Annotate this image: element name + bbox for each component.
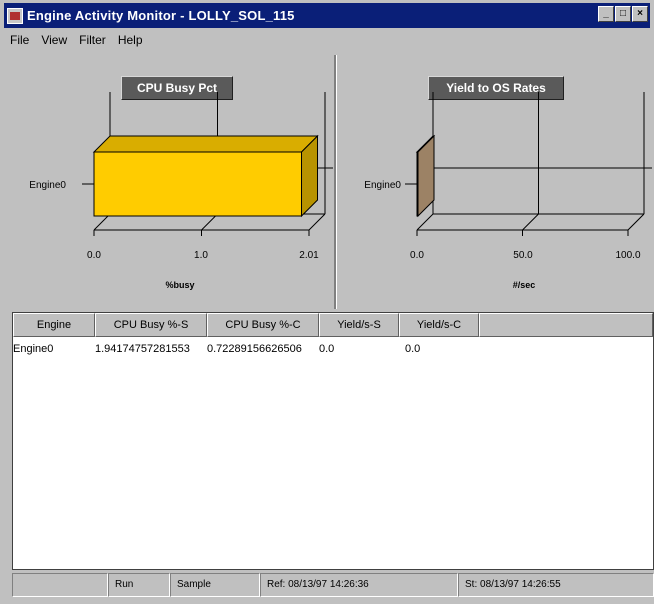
status-bar: Run Sample Ref: 08/13/97 14:26:36 St: 08… [12, 572, 654, 598]
yield-x-axis-label: #/sec [513, 280, 536, 290]
table-header: Engine CPU Busy %-S CPU Busy %-C Yield/s… [13, 313, 653, 337]
column-header-cpu-busy-s[interactable]: CPU Busy %-S [95, 313, 207, 337]
status-sample: Sample [170, 573, 260, 597]
status-st-time: St: 08/13/97 14:26:55 [458, 573, 654, 597]
column-header-cpu-busy-c[interactable]: CPU Busy %-C [207, 313, 319, 337]
cell-engine: Engine0 [13, 343, 54, 355]
cpu-bar [93, 151, 303, 217]
cpu-floor-depth-line [308, 213, 326, 231]
bar-charts: Engine0 0.0 1.0 2.01 %busy Engine0 0.0 5… [29, 92, 652, 290]
cpu-tick-label: 1.0 [194, 250, 208, 261]
engine-table[interactable]: Engine CPU Busy %-S CPU Busy %-C Yield/s… [12, 312, 654, 570]
cpu-category-label: Engine0 [29, 180, 66, 191]
cpu-tick-label: 0.0 [87, 250, 101, 261]
status-run: Run [108, 573, 170, 597]
yield-tick-label: 0.0 [410, 250, 424, 261]
yield-floor-depth-line [627, 213, 645, 231]
cell-yield-c: 0.0 [405, 343, 421, 355]
app-window: Engine Activity Monitor - LOLLY_SOL_115 … [0, 0, 654, 604]
column-header-empty [479, 313, 653, 337]
cell-cpu-busy-c: 0.72289156626506 [207, 343, 302, 355]
cell-cpu-busy-s: 1.94174757281553 [95, 343, 190, 355]
cell-yield-s: 0.0 [319, 343, 335, 355]
yield-category-label: Engine0 [364, 180, 401, 191]
column-header-engine[interactable]: Engine [13, 313, 95, 337]
yield-tick-label: 50.0 [513, 250, 533, 261]
yield-floor-depth-line [416, 213, 434, 231]
cpu-tick-label: 2.01 [299, 250, 319, 261]
column-header-yield-s[interactable]: Yield/s-S [319, 313, 399, 337]
cpu-x-axis-label: %busy [165, 280, 194, 290]
yield-floor-depth-line [522, 213, 539, 231]
yield-tick-label: 100.0 [615, 250, 640, 261]
column-header-yield-c[interactable]: Yield/s-C [399, 313, 479, 337]
status-ref-time: Ref: 08/13/97 14:26:36 [260, 573, 458, 597]
status-cell-blank [12, 573, 108, 597]
cpu-bar-top [92, 135, 319, 153]
table-row[interactable]: Engine0 1.94174757281553 0.7228915662650… [13, 341, 485, 357]
